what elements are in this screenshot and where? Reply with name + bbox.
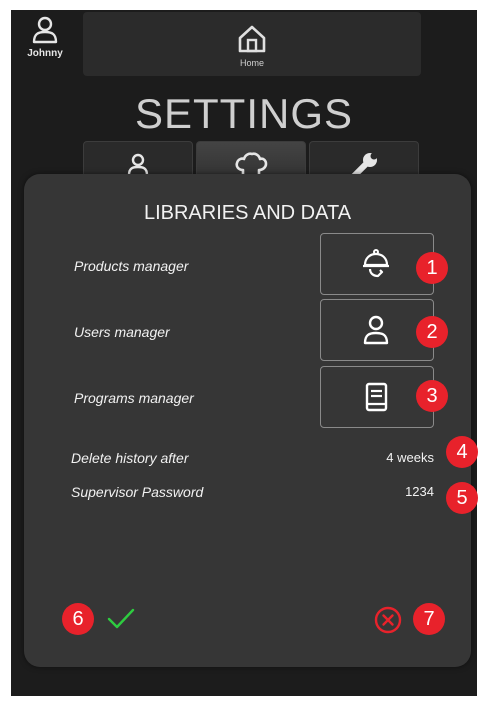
cancel-button[interactable] [374, 606, 402, 634]
check-icon [107, 608, 135, 629]
home-label: Home [239, 58, 264, 68]
annotation-badge-6: 6 [62, 603, 94, 635]
supervisor-password-label: Supervisor Password [71, 484, 204, 500]
panel-title: LIBRARIES AND DATA [143, 202, 352, 224]
delete-history-label: Delete history after [71, 450, 189, 466]
book-icon [365, 382, 388, 412]
confirm-button[interactable] [106, 606, 136, 637]
annotation-badge-7: 7 [413, 603, 445, 635]
supervisor-password-value[interactable]: 1234 [405, 484, 434, 499]
programs-manager-label: Programs manager [74, 390, 194, 406]
annotation-badge-1: 1 [416, 252, 448, 284]
annotation-badge-2: 2 [416, 316, 448, 348]
annotation-badge-5: 5 [446, 482, 478, 514]
libraries-panel: LIBRARIES AND DATA Products manager User… [24, 174, 471, 667]
delete-history-value[interactable]: 4 weeks [386, 450, 434, 465]
users-manager-label: Users manager [74, 324, 170, 340]
home-button[interactable]: Home [83, 12, 421, 76]
user-icon [363, 315, 389, 345]
products-manager-label: Products manager [74, 258, 189, 274]
close-circle-icon [374, 606, 402, 634]
app-screen: Johnny Home SETTINGS LIBRARIES AND DATA … [11, 10, 477, 696]
home-icon [238, 25, 266, 53]
user-name: Johnny [27, 48, 63, 59]
cloche-icon [363, 249, 389, 278]
annotation-badge-4: 4 [446, 436, 478, 468]
annotation-badge-3: 3 [416, 380, 448, 412]
page-title: SETTINGS [134, 90, 354, 137]
user-icon [32, 16, 58, 44]
user-profile[interactable]: Johnny [25, 16, 65, 76]
